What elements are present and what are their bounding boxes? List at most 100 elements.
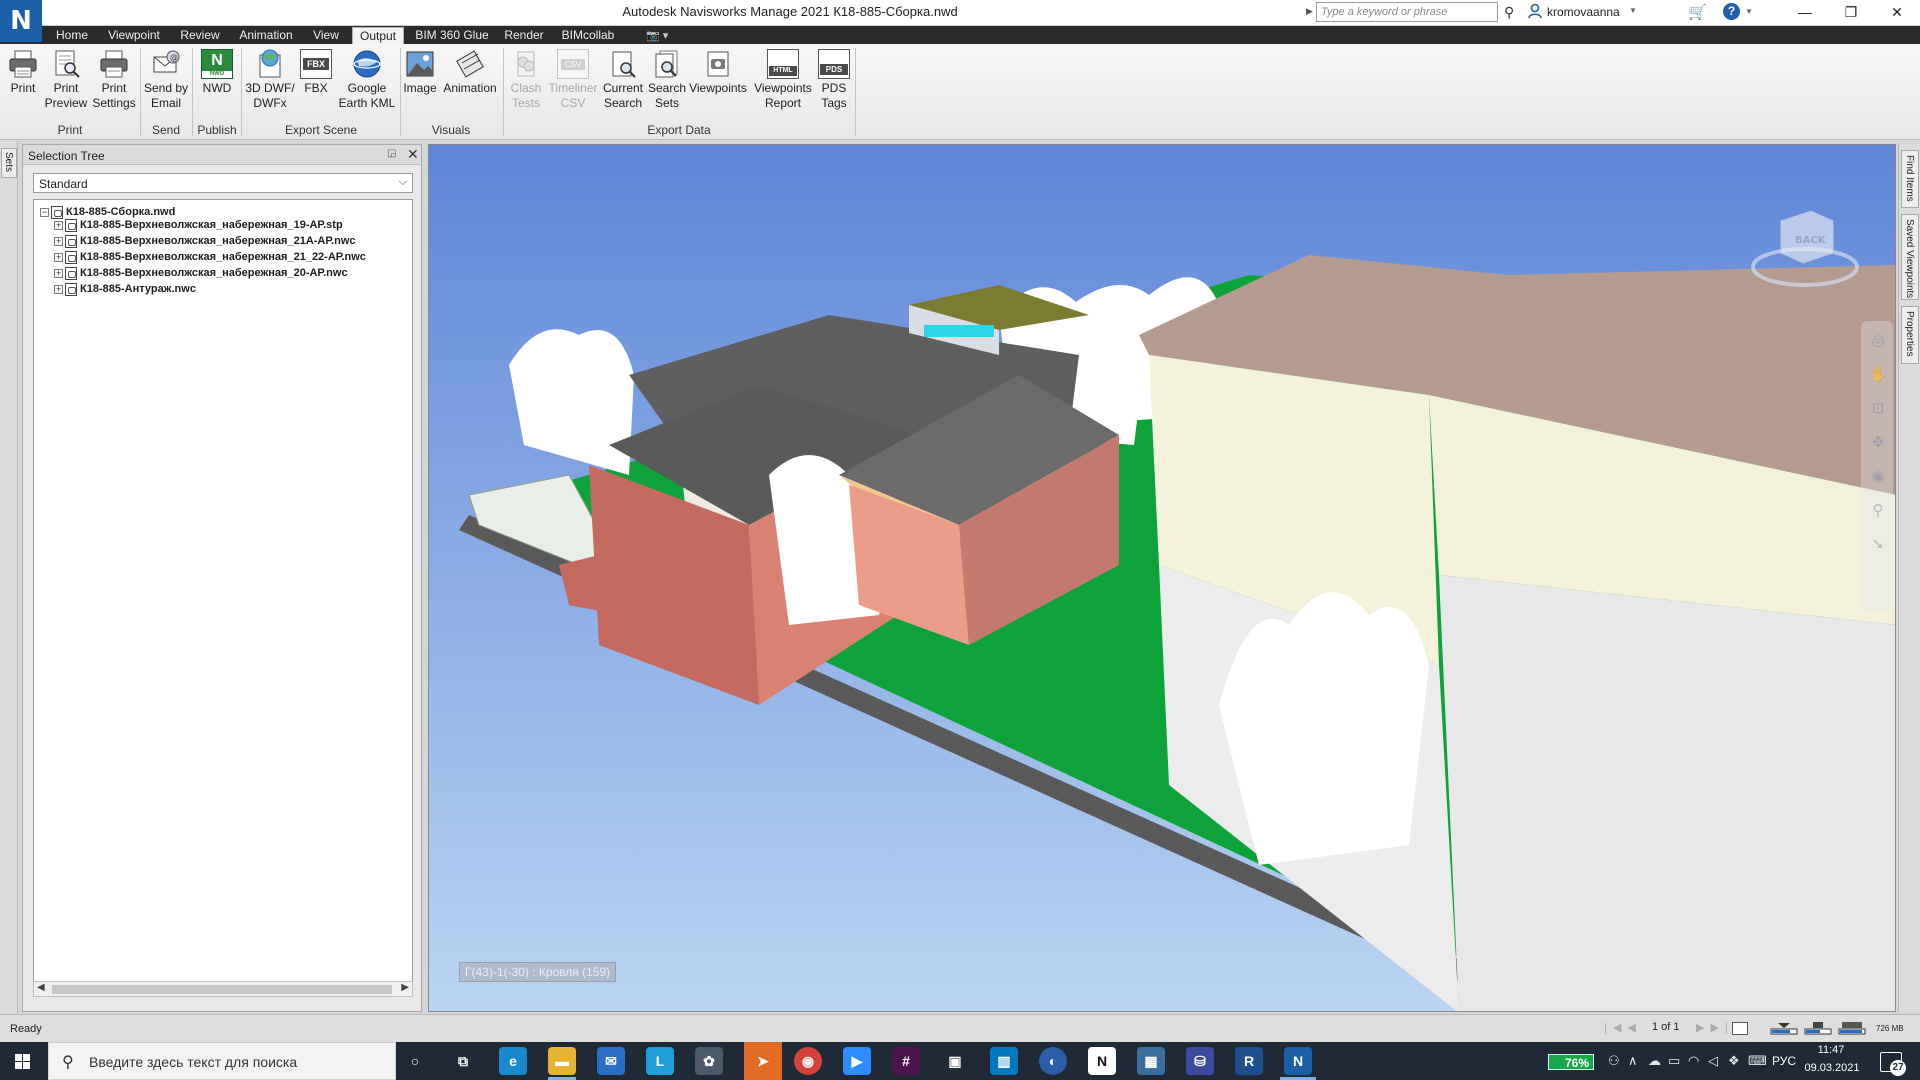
orbit-icon[interactable]: ✥ <box>1869 433 1887 451</box>
collapse-icon[interactable]: − <box>40 207 49 217</box>
chrome-icon[interactable]: ◉ <box>794 1047 822 1075</box>
user-icon[interactable] <box>1528 3 1542 19</box>
keyword-search-input[interactable]: Type a keyword or phrase <box>1316 2 1498 22</box>
search-expand-icon[interactable]: ▶ <box>1306 6 1313 17</box>
walk-icon[interactable]: ⚲ <box>1869 501 1887 519</box>
cloud-icon[interactable]: ☁ <box>1648 1053 1661 1069</box>
clock-time[interactable]: 11:47 <box>1806 1044 1856 1056</box>
tab-render[interactable]: Render <box>498 27 550 44</box>
windows-start-icon[interactable] <box>8 1050 38 1074</box>
trello-icon[interactable]: ▥ <box>990 1047 1018 1075</box>
tree-item[interactable]: + К18-885-Антураж.nwc <box>54 281 196 297</box>
viewcube[interactable]: BACK <box>1747 195 1867 295</box>
steering-wheel-icon[interactable]: ◎ <box>1869 331 1887 349</box>
app-menu-button[interactable]: N <box>0 0 42 42</box>
language-indicator[interactable]: РУС <box>1772 1054 1796 1068</box>
dock-tab-sets[interactable]: Sets <box>1 148 17 178</box>
mail-icon[interactable]: ✉ <box>597 1047 625 1075</box>
scroll-left-icon[interactable]: ◀ <box>37 982 45 993</box>
expand-icon[interactable]: + <box>54 268 63 278</box>
tab-animation[interactable]: Animation <box>232 27 300 44</box>
viewpoints-button[interactable]: Viewpoints <box>688 49 748 96</box>
binoculars-icon[interactable]: ⚲ <box>1504 4 1514 21</box>
network-app-icon[interactable]: ⛁ <box>1186 1047 1214 1075</box>
edge-icon[interactable]: e <box>499 1047 527 1075</box>
dropbox-icon[interactable]: ❖ <box>1728 1053 1740 1069</box>
zoom-icon[interactable]: ▶ <box>843 1047 871 1075</box>
help-chevron-icon[interactable]: ▼ <box>1745 7 1753 16</box>
dock-tab-find-items[interactable]: Find Items <box>1901 150 1919 208</box>
zoom-window-icon[interactable]: ⊡ <box>1869 399 1887 417</box>
tree-item[interactable]: + К18-885-Верхневолжская_набережная_19-А… <box>54 217 343 233</box>
revit-icon[interactable]: R <box>1235 1047 1263 1075</box>
navisworks-icon[interactable]: N <box>1284 1047 1312 1075</box>
close-icon[interactable]: ✕ <box>407 146 419 163</box>
print-button[interactable]: Print <box>4 49 42 96</box>
3d-viewport[interactable]: BACK ◎ ✋ ⊡ ✥ ◉ ⚲ ➘ Г(43)-1(-30) : Кровля… <box>428 144 1896 1012</box>
slack-icon[interactable]: # <box>892 1047 920 1075</box>
restore-button[interactable]: ❐ <box>1828 0 1874 26</box>
quick-access-camera-icon[interactable]: 📷 ▾ <box>646 29 668 42</box>
volume-icon[interactable]: ◁ <box>1708 1053 1718 1069</box>
user-name[interactable]: kromovaanna <box>1547 5 1620 19</box>
close-button[interactable]: ✕ <box>1874 0 1920 26</box>
fbx-button[interactable]: FBX FBX <box>298 49 334 96</box>
tree-item[interactable]: + К18-885-Верхневолжская_набережная_21_2… <box>54 249 366 265</box>
print-settings-button[interactable]: Print Settings <box>90 49 138 111</box>
keyboard-icon[interactable]: ⌨ <box>1748 1053 1767 1069</box>
tab-bim360-glue[interactable]: BIM 360 Glue <box>410 27 494 44</box>
viewpoints-report-button[interactable]: HTML Viewpoints Report <box>750 49 816 111</box>
cortana-icon[interactable]: ○ <box>401 1047 429 1075</box>
image-button[interactable]: Image <box>402 49 438 96</box>
expand-icon[interactable]: + <box>54 220 63 230</box>
clock-date[interactable]: 09.03.2021 <box>1801 1062 1863 1074</box>
help-icon[interactable]: ? <box>1723 3 1740 20</box>
send-by-email-button[interactable]: @ Send by Email <box>142 49 190 111</box>
pan-icon[interactable]: ✋ <box>1869 365 1888 383</box>
tab-view[interactable]: View <box>304 27 348 44</box>
current-search-button[interactable]: Current Search <box>600 49 646 111</box>
navigator-icon[interactable]: ◐ <box>1039 1047 1067 1075</box>
horizontal-scrollbar[interactable]: ◀ ▶ <box>33 981 413 997</box>
user-menu-chevron-icon[interactable]: ▼ <box>1629 6 1637 15</box>
store-icon[interactable]: ▣ <box>941 1047 969 1075</box>
sheet-nav-back-icon[interactable]: |◀◀ <box>1604 1021 1642 1034</box>
dock-tab-saved-viewpoints[interactable]: Saved Viewpoints <box>1901 214 1919 300</box>
taskbar-search-box[interactable]: ⚲ Введите здесь текст для поиска <box>48 1042 396 1080</box>
pin-icon[interactable]: ◲ <box>387 148 396 159</box>
tree-view-select[interactable]: Standard ⌵ <box>33 173 413 193</box>
lightroom-icon[interactable]: L <box>646 1047 674 1075</box>
minimize-button[interactable]: — <box>1782 0 1828 26</box>
cart-icon[interactable]: 🛒 <box>1688 3 1707 21</box>
scrollbar-thumb[interactable] <box>52 985 392 994</box>
wifi-icon[interactable]: ◠ <box>1688 1053 1699 1069</box>
look-icon[interactable]: ◉ <box>1869 467 1887 485</box>
expand-icon[interactable]: + <box>54 236 63 246</box>
pds-tags-button[interactable]: PDS PDS Tags <box>816 49 852 111</box>
tab-home[interactable]: Home <box>48 27 96 44</box>
tab-viewpoint[interactable]: Viewpoint <box>100 27 168 44</box>
dock-tab-properties[interactable]: Properties <box>1901 306 1919 364</box>
viewer-icon[interactable]: ✿ <box>695 1047 723 1075</box>
telegram-icon[interactable]: ➤ <box>744 1042 782 1080</box>
3d-dwf-button[interactable]: 3D DWF/DWFx <box>244 49 296 111</box>
file-explorer-icon[interactable]: ▬ <box>548 1047 576 1075</box>
battery-indicator[interactable]: 76% <box>1548 1054 1594 1070</box>
tab-bimcollab[interactable]: BIMcollab <box>554 27 622 44</box>
tree-item[interactable]: + К18-885-Верхневолжская_набережная_21А-… <box>54 233 356 249</box>
power-plug-icon[interactable]: ▭ <box>1668 1053 1680 1069</box>
chevron-up-icon[interactable]: ∧ <box>1628 1053 1638 1069</box>
search-sets-button[interactable]: Search Sets <box>646 49 688 111</box>
tree-item[interactable]: + К18-885-Верхневолжская_набережная_20-А… <box>54 265 348 281</box>
scroll-right-icon[interactable]: ▶ <box>401 982 409 993</box>
3d-model-scene[interactable] <box>429 145 1896 1012</box>
animation-button[interactable]: Animation <box>440 49 500 96</box>
sheet-nav-forward-icon[interactable]: ▶▶| <box>1696 1021 1734 1034</box>
task-view-icon[interactable]: ⧉ <box>449 1047 477 1075</box>
print-preview-button[interactable]: Print Preview <box>44 49 88 111</box>
nwd-button[interactable]: N NWD NWD <box>196 49 238 96</box>
tab-output[interactable]: Output <box>352 27 404 44</box>
google-earth-kml-button[interactable]: Google Earth KML <box>336 49 398 111</box>
notion-icon[interactable]: N <box>1088 1047 1116 1075</box>
expand-icon[interactable]: + <box>54 252 63 262</box>
